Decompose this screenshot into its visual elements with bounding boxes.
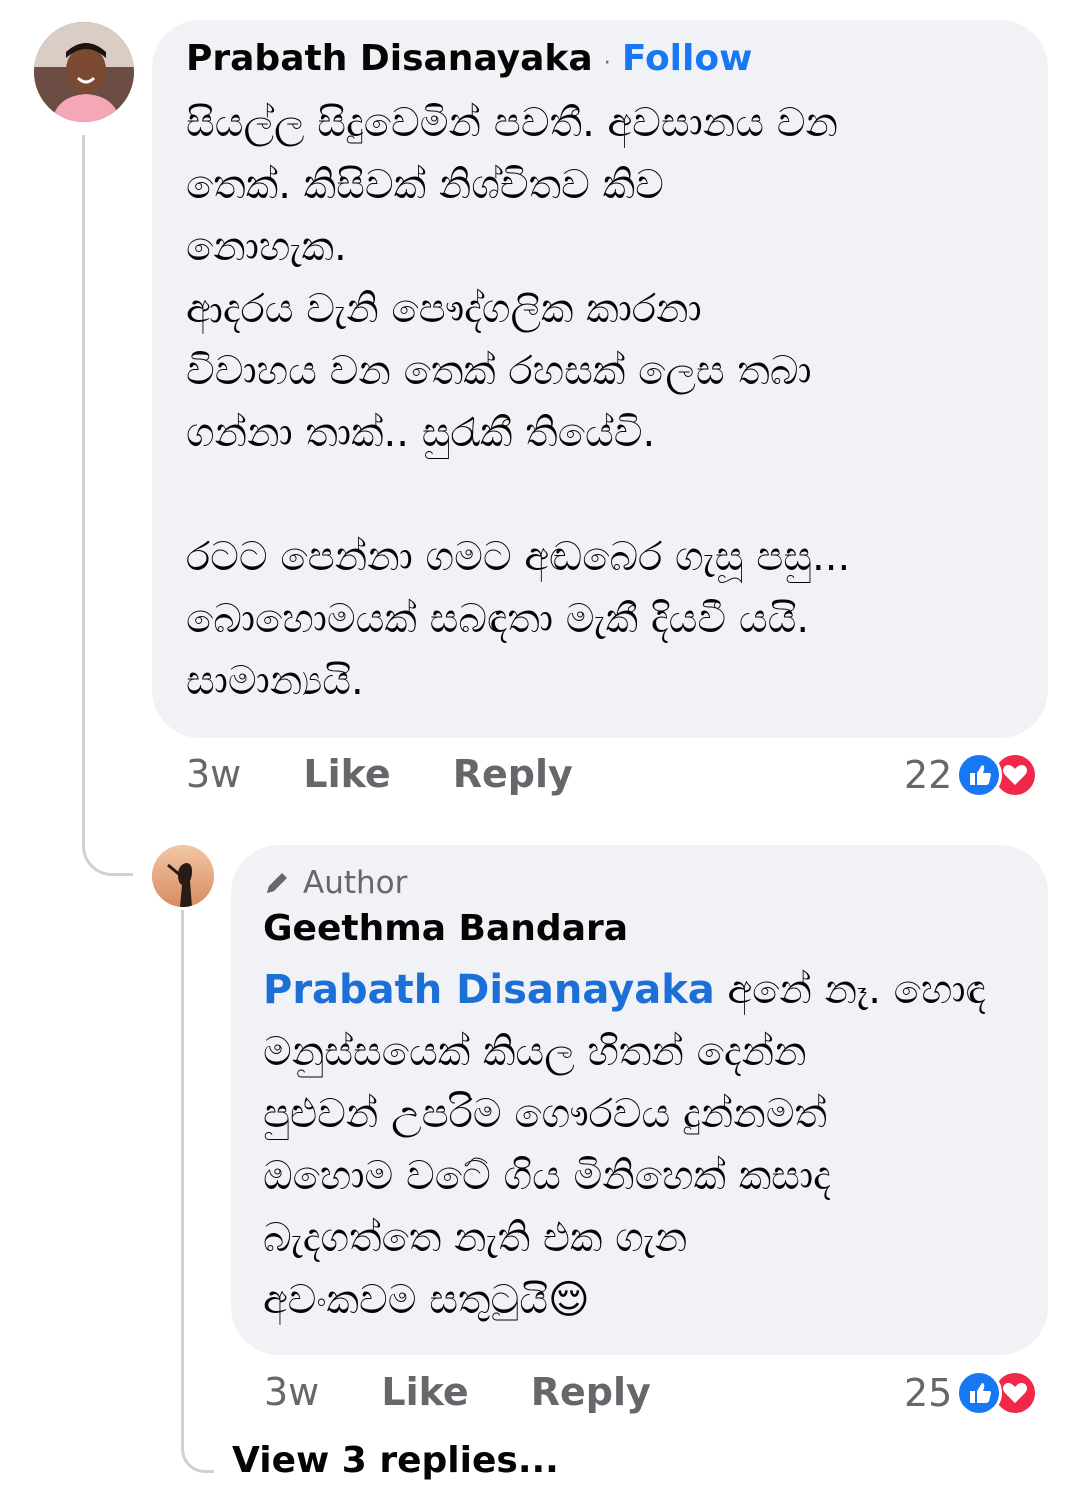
comment-header: Prabath Disanayaka · Follow	[186, 38, 752, 79]
comment-text: Prabath Disanayaka අනේ නෑ. හොඳ මනුස්සයෙක…	[263, 959, 1043, 1331]
comment-line: සියල්ල සිදුවෙමින් පවතී. අවසානය වන	[186, 100, 839, 146]
comment-line-text: අනේ නෑ. හොඳ	[714, 967, 986, 1013]
thread-line-replies	[181, 910, 214, 1473]
like-icon	[956, 752, 1003, 798]
comment-author-name[interactable]: Geethma Bandara	[263, 908, 628, 949]
comment-actions: 3w Like Reply	[186, 752, 573, 796]
thread-line-main	[82, 135, 133, 876]
reaction-summary[interactable]: 25	[904, 1370, 1039, 1416]
view-replies-link[interactable]: View 3 replies...	[232, 1440, 559, 1481]
comment-line: Prabath Disanayaka අනේ නෑ. හොඳ	[263, 959, 1043, 1021]
reply-button[interactable]: Reply	[453, 752, 573, 796]
reaction-summary[interactable]: 22	[904, 752, 1039, 798]
comment-line: පුළුවන් උපරිම ගෞරවය දුන්නමත්	[263, 1091, 827, 1137]
like-button[interactable]: Like	[381, 1370, 468, 1414]
comment-timestamp[interactable]: 3w	[186, 752, 241, 796]
like-icon	[956, 1370, 1003, 1416]
reaction-count: 22	[904, 753, 953, 797]
comment-line-text: අවංකවම සතුටුයි	[263, 1277, 549, 1323]
mention-link[interactable]: Prabath Disanayaka	[263, 967, 715, 1013]
comment-line: විවාහය වන තෙක් රහසක් ලෙස තබා	[186, 348, 812, 394]
author-badge: Author	[263, 865, 407, 901]
comment-text: සියල්ල සිදුවෙමින් පවතී. අවසානය වන තෙක්. …	[186, 92, 1036, 712]
comment-line: බොහොමයක් සබඳතා මැකී දියවී යයි.	[186, 596, 810, 642]
reply-bubble: Author Geethma Bandara Prabath Disanayak…	[231, 845, 1048, 1355]
relieved-face-icon: 😌	[548, 1277, 590, 1323]
comment-line: ගන්නා තාක්.. සුරැකී තියේවි.	[186, 410, 656, 456]
like-button[interactable]: Like	[303, 752, 390, 796]
author-badge-label: Author	[303, 865, 408, 901]
follow-button[interactable]: Follow	[622, 38, 753, 79]
reaction-count: 25	[904, 1371, 953, 1415]
avatar-photo-icon	[34, 22, 134, 122]
comment-line: සාමාන්‍යයි.	[186, 658, 364, 704]
comment-line: අවංකවම සතුටුයි😌	[263, 1269, 1043, 1331]
comment-actions: 3w Like Reply	[264, 1370, 651, 1414]
comment-line: ඔහොම වටේ ගිය මිනිහෙක් කසාද	[263, 1153, 831, 1199]
avatar-photo-icon	[152, 845, 214, 907]
separator-dot: ·	[603, 51, 611, 76]
comment-line	[186, 464, 1036, 526]
comment-line: බැදගත්තෙ නැති එක ගැන	[263, 1215, 688, 1261]
comment-author-name[interactable]: Prabath Disanayaka	[186, 38, 593, 79]
comment-timestamp[interactable]: 3w	[264, 1370, 319, 1414]
avatar-prabath[interactable]	[34, 22, 134, 122]
comment-line: ආදරය වැනි පෞද්ගලික කාරනා	[186, 286, 702, 332]
comment-line: රටට පෙන්නා ගමට අඬබෙර ගැසූ පසු...	[186, 534, 851, 580]
reply-button[interactable]: Reply	[531, 1370, 651, 1414]
avatar-geethma[interactable]	[152, 845, 214, 907]
comment-bubble: Prabath Disanayaka · Follow සියල්ල සිදුව…	[152, 20, 1048, 738]
comment-line: තෙක්. කිසිවක් නිශ්චිතව කිව	[186, 162, 664, 208]
pencil-icon	[267, 873, 287, 893]
comment-line: නොහැක.	[186, 224, 347, 270]
comment-line: මනුස්සයෙක් කියල හිතන් දෙන්න	[263, 1029, 807, 1075]
